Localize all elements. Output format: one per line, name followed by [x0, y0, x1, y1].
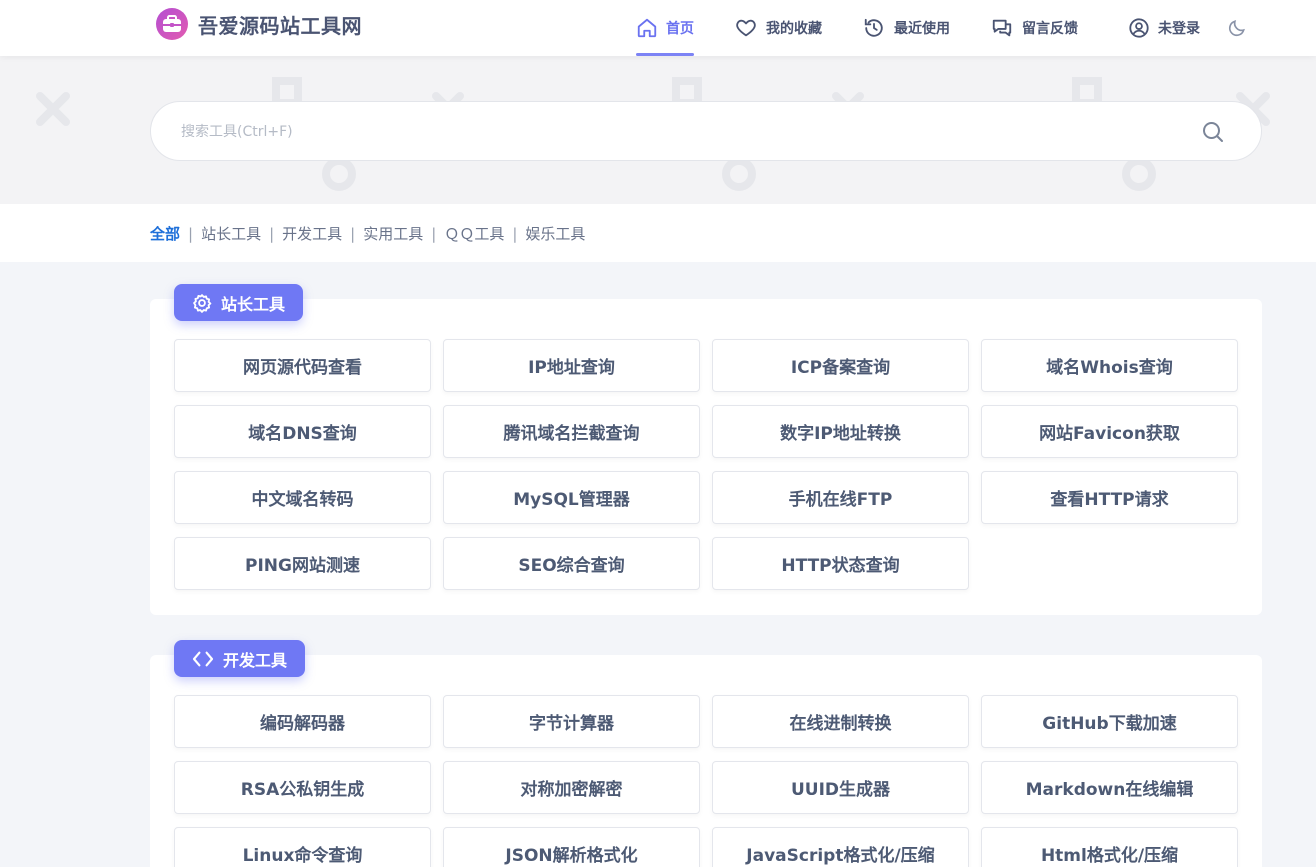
history-icon [864, 18, 883, 37]
nav-feedback-label: 留言反馈 [1022, 21, 1078, 37]
search-bar [150, 101, 1262, 161]
tool-card[interactable]: 查看HTTP请求 [981, 471, 1238, 524]
tool-card[interactable]: GitHub下载加速 [981, 695, 1238, 748]
nav-home-label: 首页 [666, 21, 694, 37]
tool-card[interactable]: 腾讯域名拦截查询 [443, 405, 700, 458]
tool-card[interactable]: 手机在线FTP [712, 471, 969, 524]
top-navbar: 吾爱源码站工具网 首页 我的收藏 最近使用 留言反馈 未登录 [0, 0, 1316, 56]
nav-login[interactable]: 未登录 [1128, 0, 1200, 56]
tool-card[interactable]: 字节计算器 [443, 695, 700, 748]
section-title: 站长工具 [221, 294, 286, 314]
tab-utility-tools[interactable]: 实用工具 [363, 223, 423, 244]
nav-favorites-label: 我的收藏 [766, 21, 822, 37]
tool-card[interactable]: JavaScript格式化/压缩 [712, 827, 969, 867]
tool-card[interactable]: 域名Whois查询 [981, 339, 1238, 392]
toolbox-icon [156, 8, 188, 40]
tab-qq-tools[interactable]: ＱＱ工具 [444, 223, 504, 244]
home-icon [637, 18, 657, 38]
tool-card[interactable]: IP地址查询 [443, 339, 700, 392]
tab-all[interactable]: 全部 [150, 223, 180, 244]
tool-card[interactable]: ICP备案查询 [712, 339, 969, 392]
category-tabs: 全部 | 站长工具 | 开发工具 | 实用工具 | ＱＱ工具 | 娱乐工具 [150, 223, 585, 244]
tab-webmaster-tools[interactable]: 站长工具 [201, 223, 261, 244]
tool-grid: 编码解码器 字节计算器 在线进制转换 GitHub下载加速 RSA公私钥生成 对… [174, 695, 1238, 867]
nav-login-label: 未登录 [1158, 21, 1200, 37]
tool-card[interactable]: Linux命令查询 [174, 827, 431, 867]
tool-card[interactable]: MySQL管理器 [443, 471, 700, 524]
tool-card[interactable]: 编码解码器 [174, 695, 431, 748]
tool-card[interactable]: JSON解析格式化 [443, 827, 700, 867]
search-hero [0, 56, 1316, 204]
search-icon [1203, 122, 1223, 142]
tool-card[interactable]: 对称加密解密 [443, 761, 700, 814]
heart-icon [736, 19, 756, 37]
category-bar: 全部 | 站长工具 | 开发工具 | 实用工具 | ＱＱ工具 | 娱乐工具 [0, 204, 1316, 262]
category-separator: | [188, 224, 194, 243]
tool-card[interactable]: 网页源代码查看 [174, 339, 431, 392]
tool-card[interactable]: 网站Favicon获取 [981, 405, 1238, 458]
tab-fun-tools[interactable]: 娱乐工具 [525, 223, 585, 244]
user-icon [1129, 18, 1149, 38]
moon-icon [1228, 20, 1245, 37]
tool-grid: 网页源代码查看 IP地址查询 ICP备案查询 域名Whois查询 域名DNS查询… [174, 339, 1238, 590]
category-separator: | [269, 224, 275, 243]
theme-toggle-button[interactable] [1227, 0, 1255, 56]
site-title: 吾爱源码站工具网 [198, 13, 362, 38]
search-input[interactable] [181, 120, 1141, 144]
tool-card[interactable]: 域名DNS查询 [174, 405, 431, 458]
nav-feedback[interactable]: 留言反馈 [990, 0, 1078, 56]
search-button[interactable] [1201, 120, 1225, 144]
category-separator: | [350, 224, 356, 243]
tab-dev-tools[interactable]: 开发工具 [282, 223, 342, 244]
gear-icon [193, 293, 212, 313]
nav-home[interactable]: 首页 [636, 0, 694, 56]
tool-card[interactable]: Html格式化/压缩 [981, 827, 1238, 867]
category-separator: | [431, 224, 437, 243]
tool-card[interactable]: PING网站测速 [174, 537, 431, 590]
tool-card[interactable]: 数字IP地址转换 [712, 405, 969, 458]
nav-favorites[interactable]: 我的收藏 [734, 0, 822, 56]
section-title: 开发工具 [223, 650, 288, 670]
section-dev-tools: 开发工具 编码解码器 字节计算器 在线进制转换 GitHub下载加速 RSA公私… [150, 640, 1262, 867]
tool-card[interactable]: RSA公私钥生成 [174, 761, 431, 814]
tool-card[interactable]: Markdown在线编辑 [981, 761, 1238, 814]
section-webmaster-tools: 站长工具 网页源代码查看 IP地址查询 ICP备案查询 域名Whois查询 域名… [150, 284, 1262, 615]
tool-card[interactable]: 中文域名转码 [174, 471, 431, 524]
category-separator: | [512, 224, 518, 243]
site-logo[interactable]: 吾爱源码站工具网 [156, 8, 362, 40]
tool-card[interactable]: 在线进制转换 [712, 695, 969, 748]
code-icon [192, 651, 214, 666]
nav-recent[interactable]: 最近使用 [862, 0, 950, 56]
tool-card[interactable]: HTTP状态查询 [712, 537, 969, 590]
chat-icon [992, 19, 1012, 37]
section-header-webmaster: 站长工具 [174, 284, 304, 321]
section-header-dev: 开发工具 [174, 640, 306, 677]
nav-recent-label: 最近使用 [894, 21, 950, 37]
tool-card[interactable]: SEO综合查询 [443, 537, 700, 590]
tool-card[interactable]: UUID生成器 [712, 761, 969, 814]
